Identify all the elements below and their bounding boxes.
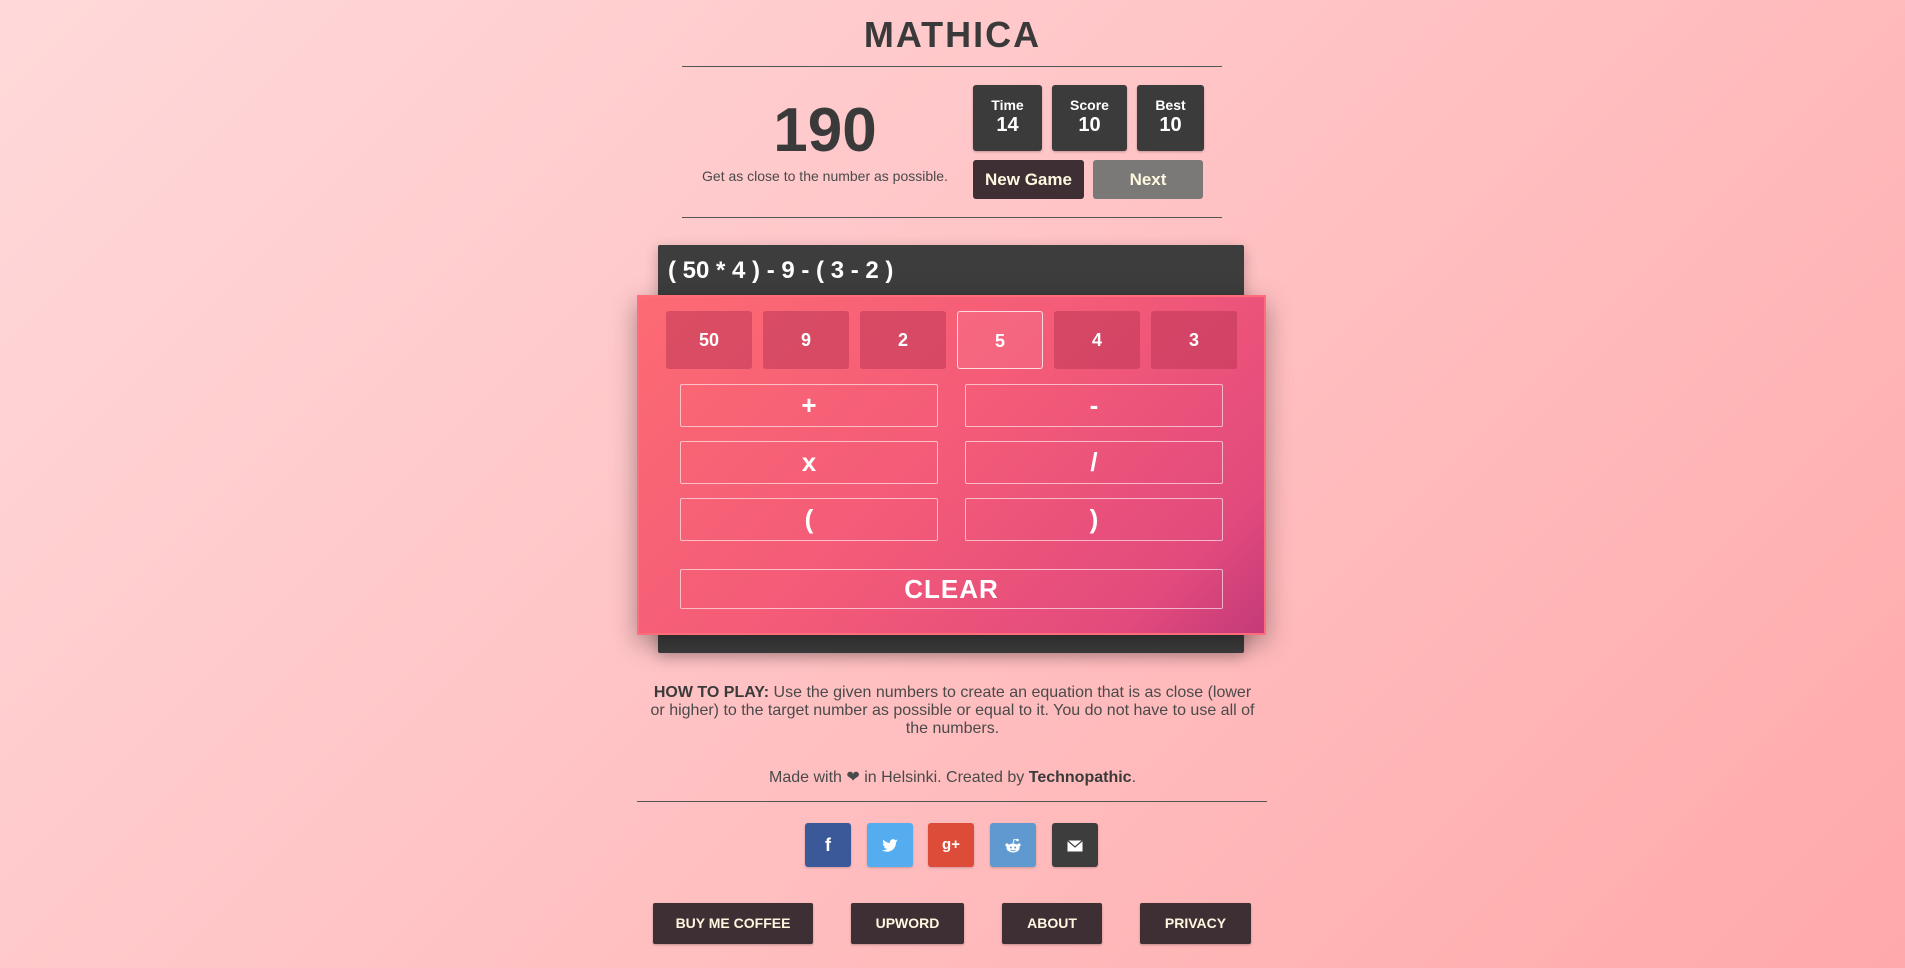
score-box: Score 10 <box>1052 85 1127 151</box>
footer-divider <box>637 801 1267 802</box>
target-hint: Get as close to the number as possible. <box>702 168 948 184</box>
target-number: 190 <box>773 96 877 165</box>
number-tile[interactable]: 4 <box>1054 311 1140 369</box>
time-box: Time 14 <box>973 85 1042 151</box>
credits-suffix: . <box>1131 769 1137 786</box>
reddit-icon <box>1005 838 1021 853</box>
credits-middle: in Helsinki. Created by <box>859 769 1029 786</box>
best-value: 10 <box>1159 114 1182 136</box>
app-root: MATHICA 190 Get as close to the number a… <box>0 0 1905 968</box>
mail-icon <box>1067 840 1083 852</box>
reddit-share-button[interactable] <box>990 823 1036 867</box>
facebook-share-button[interactable]: f <box>805 823 851 867</box>
plus-button[interactable]: + <box>680 384 938 427</box>
top-divider <box>682 66 1222 67</box>
divide-button[interactable]: / <box>965 441 1223 484</box>
best-label: Best <box>1155 97 1186 113</box>
best-box: Best 10 <box>1137 85 1204 151</box>
time-label: Time <box>991 97 1024 113</box>
minus-button[interactable]: - <box>965 384 1223 427</box>
heart-icon: ❤ <box>846 769 860 786</box>
app-title: MATHICA <box>863 14 1042 55</box>
score-label: Score <box>1070 97 1109 113</box>
new-game-button[interactable]: New Game <box>973 160 1084 199</box>
number-tile[interactable]: 50 <box>666 311 752 369</box>
clear-button[interactable]: CLEAR <box>680 569 1223 609</box>
google-plus-share-button[interactable]: g+ <box>928 823 974 867</box>
credits-prefix: Made with <box>768 769 842 786</box>
time-value: 14 <box>996 114 1019 136</box>
number-tile[interactable]: 5 <box>957 311 1043 369</box>
number-tile[interactable]: 3 <box>1151 311 1237 369</box>
multiply-button[interactable]: x <box>680 441 938 484</box>
score-value: 10 <box>1078 114 1101 136</box>
expression-text: ( 50 * 4 ) - 9 - ( 3 - 2 ) <box>668 257 894 284</box>
google-plus-icon: g+ <box>942 836 960 853</box>
upword-link[interactable]: UPWORD <box>851 903 964 944</box>
about-link[interactable]: ABOUT <box>1002 903 1102 944</box>
how-to-play-heading: HOW TO PLAY: <box>653 684 770 701</box>
number-tile[interactable]: 9 <box>763 311 849 369</box>
close-paren-button[interactable]: ) <box>965 498 1223 541</box>
open-paren-button[interactable]: ( <box>680 498 938 541</box>
email-share-button[interactable] <box>1052 823 1098 867</box>
how-to-play: HOW TO PLAY: Use the given numbers to cr… <box>650 684 1255 738</box>
privacy-link[interactable]: PRIVACY <box>1140 903 1251 944</box>
twitter-icon <box>882 839 898 852</box>
credits: Made with ❤ in Helsinki. Created by Tech… <box>0 767 1905 787</box>
header-divider <box>682 217 1222 218</box>
author-link[interactable]: Technopathic <box>1029 769 1132 786</box>
number-tile[interactable]: 2 <box>860 311 946 369</box>
twitter-share-button[interactable] <box>867 823 913 867</box>
buy-me-coffee-link[interactable]: BUY ME COFFEE <box>653 903 813 944</box>
next-button[interactable]: Next <box>1093 160 1203 199</box>
facebook-icon: f <box>825 835 831 855</box>
